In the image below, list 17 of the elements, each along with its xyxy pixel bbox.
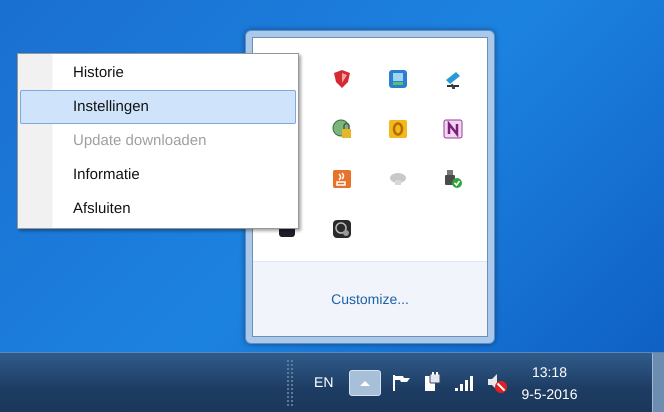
cup-icon[interactable] xyxy=(331,168,354,190)
menu-item[interactable]: Historie xyxy=(20,56,296,90)
customize-link[interactable]: Customize... xyxy=(331,288,409,310)
app-icon[interactable] xyxy=(442,118,464,140)
signal-bars-icon[interactable] xyxy=(453,374,476,392)
usb-check-icon[interactable] xyxy=(442,168,464,190)
menu-item[interactable]: Afsluiten xyxy=(20,192,296,226)
grip-handle-icon[interactable] xyxy=(286,358,296,408)
clock-date[interactable]: 9-5-2016 xyxy=(521,382,578,404)
caret-up-icon xyxy=(359,378,372,386)
show-hidden-icons-button[interactable] xyxy=(349,370,382,396)
lock-globe-icon[interactable] xyxy=(331,118,354,140)
menu-item[interactable]: Informatie xyxy=(20,158,296,192)
muted-speaker-icon[interactable] xyxy=(485,372,510,394)
clock-time[interactable]: 13:18 xyxy=(532,360,567,382)
language-indicator[interactable]: EN xyxy=(314,372,334,393)
menu-item[interactable]: Instellingen xyxy=(20,90,296,124)
